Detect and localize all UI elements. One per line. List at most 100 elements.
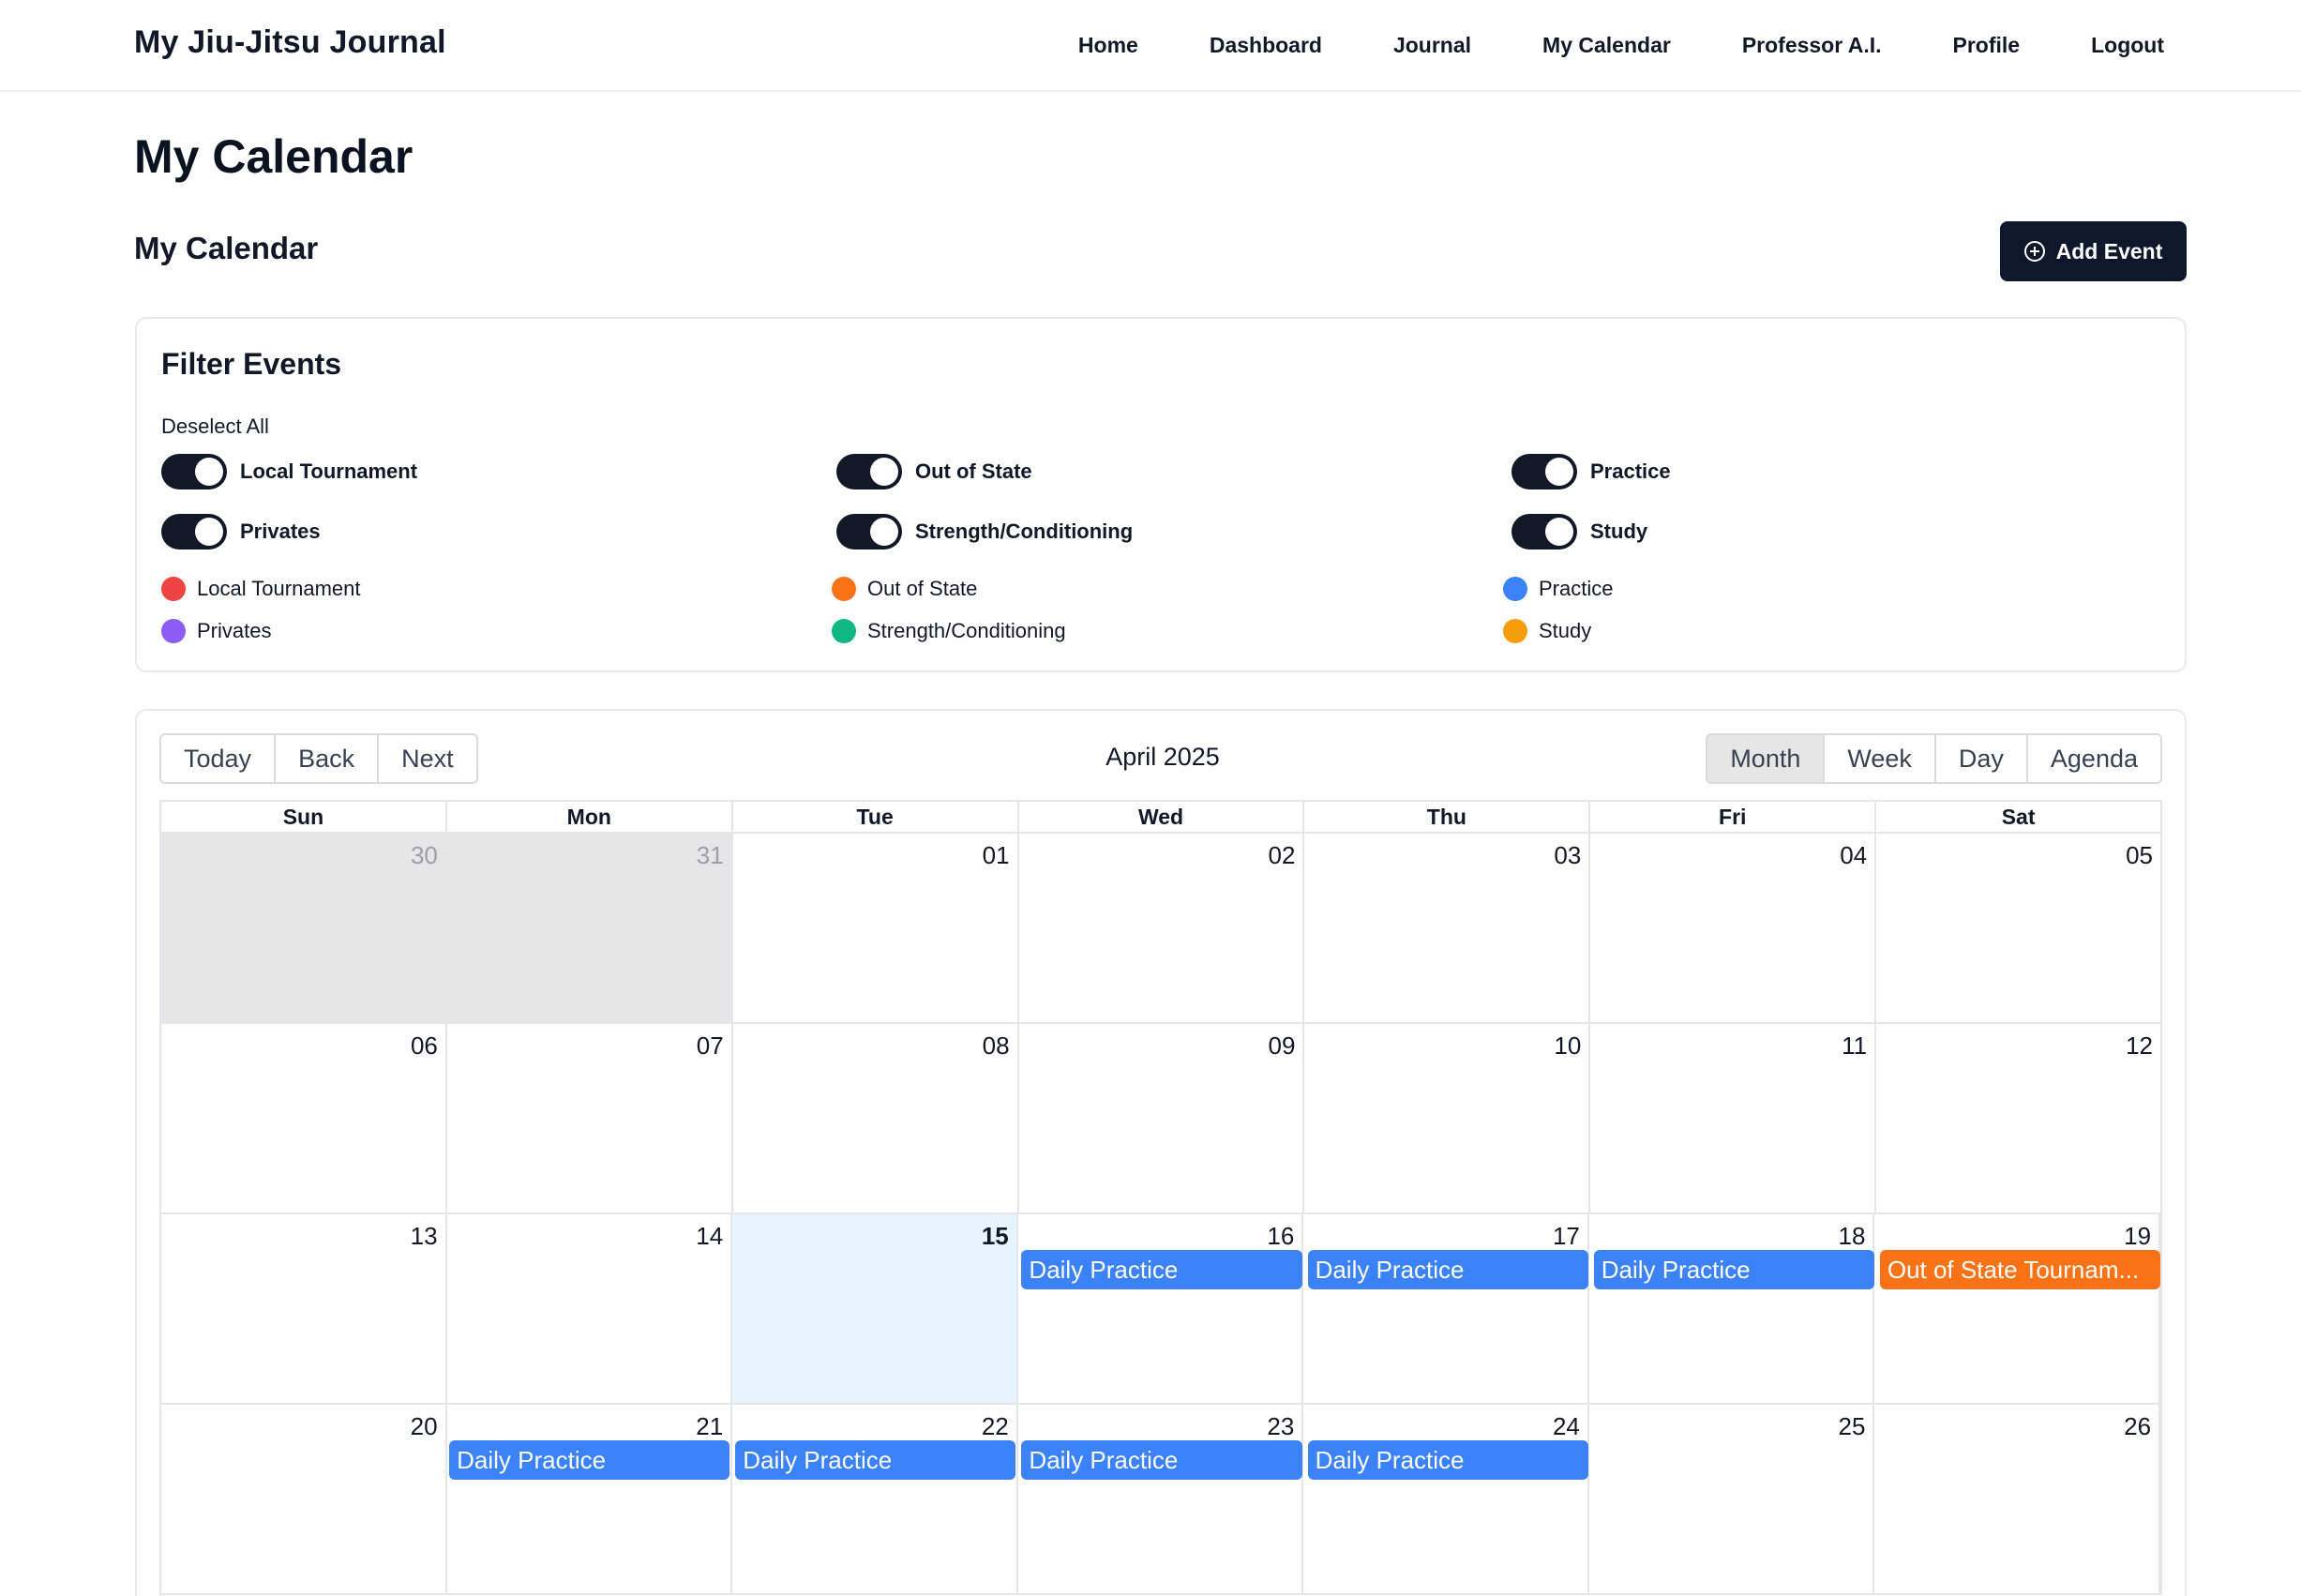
calendar-event[interactable]: Daily Practice xyxy=(1307,1440,1588,1480)
calendar-event[interactable]: Daily Practice xyxy=(449,1440,730,1480)
calendar-day-cell[interactable]: 02 xyxy=(1019,834,1305,1022)
month-grid: Sun Mon Tue Wed Thu Fri Sat 30 31 01 02 03 04… xyxy=(159,800,2162,1595)
top-navbar: My Jiu-Jitsu Journal Home Dashboard Jour… xyxy=(0,0,2301,92)
calendar-day-cell[interactable]: 05 xyxy=(1876,834,2160,1022)
day-number[interactable]: 16 xyxy=(1267,1222,1294,1251)
calendar-day-cell[interactable]: 16 xyxy=(1018,1214,1304,1403)
calendar-event[interactable]: Daily Practice xyxy=(735,1440,1016,1480)
day-number[interactable]: 11 xyxy=(1842,1031,1867,1061)
calendar-day-cell[interactable]: 01 xyxy=(733,834,1019,1022)
day-number[interactable]: 18 xyxy=(1839,1222,1866,1251)
calendar-day-cell[interactable]: 03 xyxy=(1304,834,1591,1022)
calendar-event[interactable]: Out of State Tournam... xyxy=(1879,1250,2160,1289)
calendar-day-cell[interactable]: 13 xyxy=(161,1214,447,1403)
calendar-day-cell[interactable]: 04 xyxy=(1590,834,1877,1022)
section-title: My Calendar xyxy=(134,231,319,265)
day-number[interactable]: 21 xyxy=(696,1412,723,1441)
calendar-day-cell[interactable]: 18 xyxy=(1589,1214,1875,1403)
calendar-day-cell[interactable]: 12 xyxy=(1876,1024,2160,1212)
calendar-week-row: 20 21 22 23 24 25 26 Daily Practice Daily Practi… xyxy=(159,1405,2162,1595)
day-number[interactable]: 19 xyxy=(2124,1222,2151,1251)
filter-toggle-study[interactable]: Study xyxy=(1511,514,1647,550)
calendar-day-cell[interactable]: 09 xyxy=(1019,1024,1305,1212)
toggle-switch[interactable] xyxy=(161,454,227,489)
view-agenda-button[interactable]: Agenda xyxy=(2027,735,2160,782)
day-number[interactable]: 31 xyxy=(697,841,724,870)
weekday-header: Thu xyxy=(1304,802,1591,832)
day-number[interactable]: 17 xyxy=(1553,1222,1580,1251)
day-number[interactable]: 14 xyxy=(696,1222,723,1251)
nav-dashboard[interactable]: Dashboard xyxy=(1174,33,1358,58)
nav-professor-ai[interactable]: Professor A.I. xyxy=(1707,33,1918,58)
calendar-event[interactable]: Daily Practice xyxy=(1021,1250,1302,1289)
calendar-week-row: 06 07 08 09 10 11 12 xyxy=(159,1024,2162,1214)
calendar-day-cell[interactable]: 17 xyxy=(1303,1214,1589,1403)
calendar-day-cell[interactable]: 23 xyxy=(1018,1405,1304,1593)
toggle-switch[interactable] xyxy=(161,514,227,550)
day-number[interactable]: 12 xyxy=(2126,1031,2153,1061)
day-number[interactable]: 07 xyxy=(697,1031,724,1061)
filter-toggle-practice[interactable]: Practice xyxy=(1511,454,1671,489)
filter-toggle-out-of-state[interactable]: Out of State xyxy=(836,454,1032,489)
day-number[interactable]: 26 xyxy=(2124,1412,2151,1441)
weekday-header: Fri xyxy=(1590,802,1877,832)
day-number[interactable]: 23 xyxy=(1267,1412,1294,1441)
brand-title[interactable]: My Jiu-Jitsu Journal xyxy=(134,24,446,61)
legend-strength-conditioning: Strength/Conditioning xyxy=(832,619,1066,643)
day-number[interactable]: 01 xyxy=(983,841,1010,870)
day-number[interactable]: 10 xyxy=(1554,1031,1581,1061)
calendar-day-cell[interactable]: 10 xyxy=(1304,1024,1591,1212)
nav-profile[interactable]: Profile xyxy=(1918,33,2056,58)
day-number[interactable]: 04 xyxy=(1840,841,1867,870)
day-number[interactable]: 15 xyxy=(982,1222,1009,1251)
day-number[interactable]: 24 xyxy=(1553,1412,1580,1441)
day-number[interactable]: 09 xyxy=(1269,1031,1296,1061)
day-number[interactable]: 05 xyxy=(2126,841,2153,870)
day-number[interactable]: 25 xyxy=(1839,1412,1866,1441)
calendar-event[interactable]: Daily Practice xyxy=(1021,1440,1302,1480)
filter-toggle-strength-conditioning[interactable]: Strength/Conditioning xyxy=(836,514,1133,550)
calendar-day-cell[interactable]: 20 xyxy=(161,1405,447,1593)
calendar-day-cell[interactable]: 11 xyxy=(1590,1024,1877,1212)
calendar-event[interactable]: Daily Practice xyxy=(1307,1250,1588,1289)
add-event-button[interactable]: Add Event xyxy=(2000,221,2187,281)
view-day-button[interactable]: Day xyxy=(1935,735,2028,782)
nav-home[interactable]: Home xyxy=(1043,33,1174,58)
filter-toggle-local-tournament[interactable]: Local Tournament xyxy=(161,454,417,489)
day-number[interactable]: 20 xyxy=(411,1412,438,1441)
toggle-switch[interactable] xyxy=(1511,454,1577,489)
day-number[interactable]: 13 xyxy=(411,1222,438,1251)
calendar-day-cell[interactable]: 06 xyxy=(161,1024,447,1212)
view-week-button[interactable]: Week xyxy=(1825,735,1936,782)
calendar-day-cell[interactable]: 24 xyxy=(1303,1405,1589,1593)
calendar-day-cell[interactable]: 15 xyxy=(732,1214,1018,1403)
calendar-day-cell[interactable]: 19 xyxy=(1874,1214,2161,1403)
calendar-day-cell[interactable]: 30 xyxy=(161,834,447,1022)
calendar-day-cell[interactable]: 08 xyxy=(733,1024,1019,1212)
calendar-day-cell[interactable]: 22 xyxy=(732,1405,1018,1593)
filter-toggle-privates[interactable]: Privates xyxy=(161,514,321,550)
day-number[interactable]: 06 xyxy=(411,1031,438,1061)
toggle-switch[interactable] xyxy=(836,514,902,550)
day-number[interactable]: 02 xyxy=(1269,841,1296,870)
day-number[interactable]: 08 xyxy=(983,1031,1010,1061)
nav-logout[interactable]: Logout xyxy=(2055,33,2164,58)
calendar-event[interactable]: Daily Practice xyxy=(1593,1250,1874,1289)
calendar-day-cell[interactable]: 25 xyxy=(1589,1405,1875,1593)
toggle-label: Practice xyxy=(1590,459,1671,483)
calendar-day-cell[interactable]: 26 xyxy=(1874,1405,2161,1593)
deselect-all-link[interactable]: Deselect All xyxy=(161,414,269,439)
toggle-switch[interactable] xyxy=(1511,514,1577,550)
nav-my-calendar[interactable]: My Calendar xyxy=(1507,33,1707,58)
calendar-day-cell[interactable]: 31 xyxy=(446,834,733,1022)
calendar-day-cell[interactable]: 07 xyxy=(447,1024,733,1212)
day-number[interactable]: 30 xyxy=(411,841,438,870)
nav-journal[interactable]: Journal xyxy=(1358,33,1507,58)
day-number[interactable]: 22 xyxy=(982,1412,1009,1441)
view-month-button[interactable]: Month xyxy=(1707,735,1826,782)
legend-label: Local Tournament xyxy=(197,577,361,600)
toggle-switch[interactable] xyxy=(836,454,902,489)
calendar-day-cell[interactable]: 14 xyxy=(447,1214,733,1403)
calendar-day-cell[interactable]: 21 xyxy=(447,1405,733,1593)
day-number[interactable]: 03 xyxy=(1554,841,1581,870)
